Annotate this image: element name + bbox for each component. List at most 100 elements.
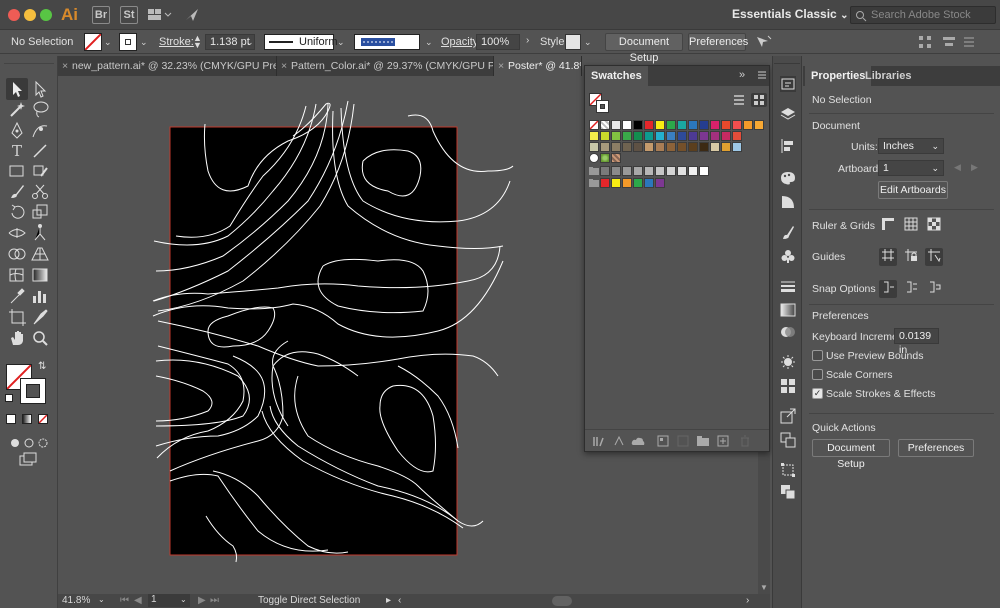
close-window-button[interactable]: [8, 9, 20, 21]
appearance-panel-icon[interactable]: [780, 354, 796, 370]
horizontal-scroll-thumb[interactable]: [552, 596, 572, 606]
scale-tool-icon[interactable]: [29, 201, 51, 223]
document-setup-button[interactable]: Document Setup: [605, 33, 683, 64]
quick-preferences-button[interactable]: Preferences: [898, 439, 974, 457]
graphic-style-swatch[interactable]: [565, 34, 581, 50]
close-icon[interactable]: ×: [62, 56, 68, 76]
line-segment-tool-icon[interactable]: [29, 140, 51, 162]
stock-button[interactable]: St: [120, 6, 138, 24]
color-swatch[interactable]: [721, 131, 731, 141]
close-icon[interactable]: ×: [498, 56, 504, 76]
gray-swatch[interactable]: [688, 166, 698, 176]
chevron-down-icon[interactable]: ⌄: [337, 37, 345, 48]
default-fill-stroke-icon[interactable]: [5, 394, 13, 402]
artboard-tool-icon[interactable]: [6, 306, 28, 328]
type-tool-icon[interactable]: T: [6, 140, 28, 162]
color-swatch[interactable]: [710, 142, 720, 152]
scroll-left-icon[interactable]: ‹: [398, 595, 401, 606]
tab-swatches[interactable]: Swatches: [585, 66, 648, 86]
rotate-tool-icon[interactable]: [6, 201, 28, 223]
previous-artboard-icon[interactable]: ◀: [134, 595, 142, 606]
color-swatch[interactable]: [677, 131, 687, 141]
list-view-icon[interactable]: [733, 94, 745, 109]
transparency-grid-icon[interactable]: [925, 217, 943, 235]
brushes-panel-icon[interactable]: [780, 224, 796, 240]
swatch-pattern-leaf[interactable]: [600, 153, 610, 163]
preferences-button[interactable]: Preferences: [688, 33, 748, 51]
properties-panel-icon[interactable]: [780, 76, 796, 92]
column-graph-tool-icon[interactable]: [29, 285, 51, 307]
color-swatch[interactable]: [732, 120, 742, 130]
color-swatch[interactable]: [699, 142, 709, 152]
shape-builder-tool-icon[interactable]: [6, 243, 28, 265]
color-swatch[interactable]: [754, 120, 764, 130]
artboard-dropdown[interactable]: 1 ⌄: [878, 160, 944, 176]
color-swatch[interactable]: [699, 131, 709, 141]
symbols-panel-icon[interactable]: [780, 248, 796, 264]
tab-pattern-color[interactable]: × Pattern_Color.ai* @ 29.37% (CMYK/GPU P…: [277, 56, 494, 76]
color-swatch[interactable]: [666, 131, 676, 141]
gray-swatch[interactable]: [699, 166, 709, 176]
use-preview-bounds-checkbox[interactable]: [812, 350, 823, 361]
scale-strokes-checkbox[interactable]: ✓: [812, 388, 823, 399]
stroke-color-box[interactable]: [20, 378, 46, 404]
new-color-group-icon[interactable]: [677, 435, 689, 450]
screen-mode-icon[interactable]: [17, 449, 39, 471]
color-swatch[interactable]: [589, 142, 599, 152]
color-swatch[interactable]: [666, 120, 676, 130]
lock-guides-icon[interactable]: [902, 248, 920, 266]
magic-wand-tool-icon[interactable]: [6, 98, 28, 120]
swap-fill-stroke-icon[interactable]: ⇅: [38, 361, 46, 372]
dock-grip[interactable]: [774, 56, 800, 64]
eyedropper-tool-icon[interactable]: [6, 285, 28, 307]
rectangle-tool-icon[interactable]: [6, 160, 28, 182]
color-swatch[interactable]: [622, 120, 632, 130]
color-swatch[interactable]: [600, 142, 610, 152]
swatch-group-folder-icon[interactable]: [589, 178, 599, 191]
bright-swatch[interactable]: [622, 178, 632, 188]
color-swatch[interactable]: [611, 131, 621, 141]
use-preview-bounds-label[interactable]: Use Preview Bounds: [826, 350, 923, 362]
color-swatch[interactable]: [677, 142, 687, 152]
show-kinds-icon[interactable]: [613, 435, 625, 450]
color-swatch[interactable]: [688, 120, 698, 130]
tab-libraries[interactable]: Libraries: [859, 66, 917, 86]
panel-menu-icon[interactable]: [757, 69, 767, 84]
gray-swatch[interactable]: [611, 166, 621, 176]
paintbrush-tool-icon[interactable]: [6, 180, 28, 202]
new-swatch-icon[interactable]: [717, 435, 729, 450]
swatch-pattern-dot[interactable]: [589, 153, 599, 163]
chevron-down-icon[interactable]: ⌄: [584, 37, 592, 48]
gray-swatch[interactable]: [655, 166, 665, 176]
panel-menu-icon[interactable]: [962, 35, 976, 52]
snap-to-point-icon[interactable]: [879, 280, 897, 298]
gray-swatch[interactable]: [644, 166, 654, 176]
swatch-pattern-texture[interactable]: [611, 153, 621, 163]
color-swatch[interactable]: [655, 120, 665, 130]
bridge-button[interactable]: Br: [92, 6, 110, 24]
slice-tool-icon[interactable]: [29, 306, 51, 328]
color-swatch[interactable]: [743, 120, 753, 130]
registration-swatch[interactable]: [600, 120, 610, 130]
delete-swatch-icon[interactable]: [739, 435, 751, 450]
select-similar-icon[interactable]: [754, 34, 774, 53]
scroll-right-icon[interactable]: ›: [746, 595, 749, 606]
gray-swatch[interactable]: [633, 166, 643, 176]
color-swatch[interactable]: [710, 120, 720, 130]
color-swatch[interactable]: [611, 142, 621, 152]
brush-definition[interactable]: [354, 34, 420, 50]
quick-document-setup-button[interactable]: Document Setup: [812, 439, 890, 470]
chevron-down-icon[interactable]: ⌄: [104, 37, 112, 48]
scissors-tool-icon[interactable]: [29, 180, 51, 202]
bright-swatch[interactable]: [633, 178, 643, 188]
color-swatch[interactable]: [732, 131, 742, 141]
zoom-tool-icon[interactable]: [29, 327, 51, 349]
color-swatch[interactable]: [633, 142, 643, 152]
bright-swatch[interactable]: [644, 178, 654, 188]
color-swatch[interactable]: [732, 142, 742, 152]
gradient-tool-icon[interactable]: [29, 264, 51, 286]
selection-tool-icon[interactable]: [6, 78, 28, 100]
stock-search-input[interactable]: Search Adobe Stock: [850, 6, 996, 24]
next-artboard-icon[interactable]: ▶: [971, 162, 978, 173]
minimize-window-button[interactable]: [24, 9, 36, 21]
